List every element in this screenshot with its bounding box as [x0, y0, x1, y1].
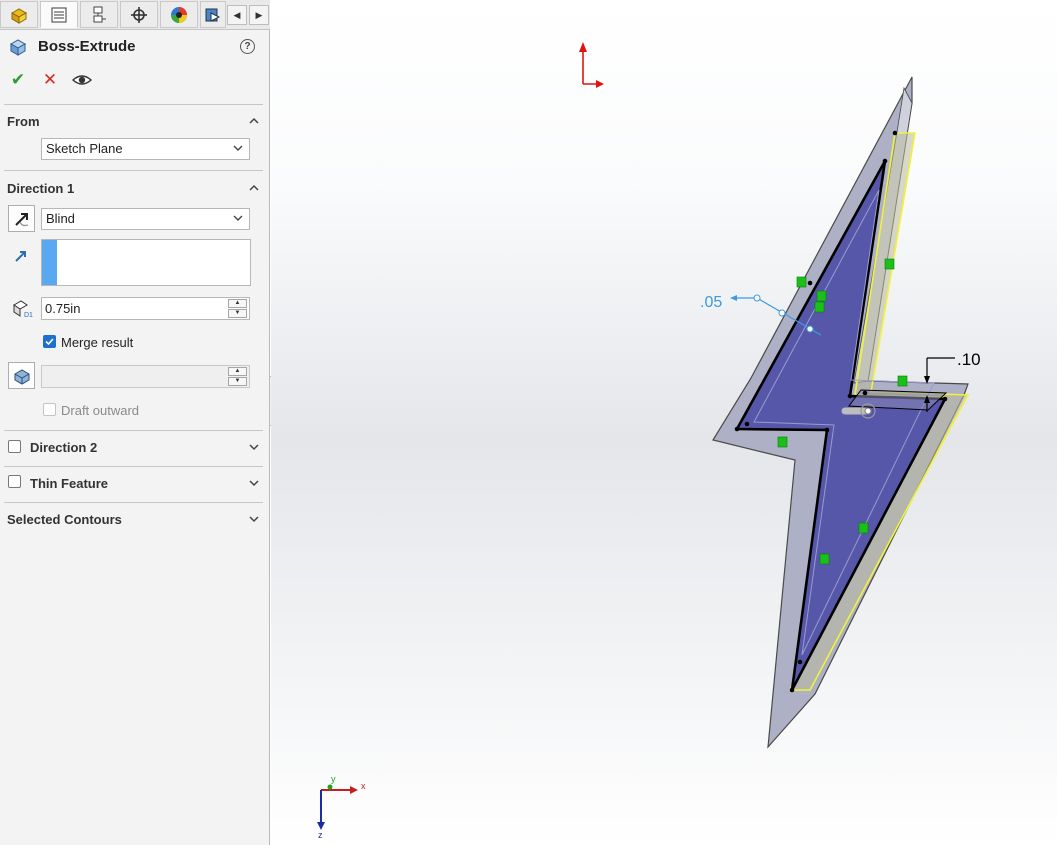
depth-icon: D1 — [13, 300, 33, 319]
direction-selection-box[interactable] — [41, 239, 251, 286]
preview-button[interactable] — [71, 70, 93, 90]
depth-input[interactable]: 0.75in ▲ ▼ — [41, 297, 250, 320]
end-condition-value: Blind — [46, 211, 75, 226]
triad-z-label: z — [318, 830, 323, 840]
tab-configuration-manager[interactable] — [80, 1, 118, 28]
reverse-direction-button[interactable] — [8, 205, 35, 232]
chevron-down-icon[interactable] — [249, 514, 259, 524]
sketch-origin-icon — [579, 42, 604, 88]
chevron-down-icon — [233, 145, 243, 151]
direction-vector-icon — [15, 251, 26, 262]
divider — [4, 502, 263, 503]
merge-result-label: Merge result — [61, 335, 134, 350]
tab-property-manager[interactable] — [40, 1, 78, 28]
cam-tree-icon — [205, 8, 221, 22]
draft-outward-checkbox — [43, 403, 56, 416]
end-condition-select[interactable]: Blind — [41, 208, 250, 230]
property-manager-panel: ◀ ▶ Boss-Extrude ? ✔ ✕ From Sketch Plane… — [0, 0, 270, 845]
reverse-direction-icon — [14, 212, 28, 226]
thin-feature-checkbox[interactable] — [8, 475, 21, 488]
chevron-down-icon — [233, 215, 243, 221]
spin-down-button: ▼ — [228, 377, 247, 386]
depth-spinner[interactable]: ▲ ▼ — [228, 299, 247, 318]
chevron-up-icon[interactable] — [249, 183, 259, 193]
model-view[interactable]: .05 .10 x y z — [271, 0, 1057, 845]
feature-title-row: Boss-Extrude ? — [8, 36, 263, 58]
chevron-down-icon[interactable] — [249, 442, 259, 452]
ok-button[interactable]: ✔ — [8, 70, 28, 90]
direction2-checkbox[interactable] — [8, 440, 21, 453]
spin-up-button: ▲ — [228, 367, 247, 376]
draft-icon — [14, 368, 29, 385]
checkmark-icon — [45, 338, 54, 346]
chevron-up-icon[interactable] — [249, 116, 259, 126]
tab-scroll-right-button[interactable]: ▶ — [249, 5, 269, 25]
divider — [4, 104, 263, 105]
from-condition-select[interactable]: Sketch Plane — [41, 138, 250, 160]
draft-angle-input: ▲ ▼ — [41, 365, 250, 388]
dimxpert-icon — [131, 6, 147, 23]
triad-y-label: y — [331, 774, 336, 784]
lightning-bolt-model[interactable] — [712, 76, 970, 749]
spin-up-button[interactable]: ▲ — [228, 299, 247, 308]
draft-angle-spinner: ▲ ▼ — [228, 367, 247, 386]
divider — [4, 466, 263, 467]
offset-dimension-value: .05 — [700, 294, 722, 311]
merge-result-checkbox[interactable] — [43, 335, 56, 348]
tab-dimxpert[interactable] — [120, 1, 158, 28]
tab-feature-manager[interactable] — [0, 1, 38, 28]
from-section-header[interactable]: From — [7, 114, 40, 129]
divider — [4, 170, 263, 171]
spin-down-button[interactable]: ▼ — [228, 309, 247, 318]
configuration-manager-icon — [93, 6, 106, 22]
thickness-dimension-value: .10 — [957, 350, 981, 369]
draft-toggle-button[interactable] — [8, 362, 35, 389]
property-manager-icon — [51, 7, 67, 22]
direction1-section-header[interactable]: Direction 1 — [7, 181, 74, 196]
help-icon[interactable]: ? — [240, 39, 255, 54]
tab-cam-tree[interactable] — [200, 1, 226, 28]
page-title: Boss-Extrude — [38, 38, 136, 55]
feature-manager-icon — [10, 7, 28, 24]
thin-feature-section-header[interactable]: Thin Feature — [30, 476, 108, 491]
from-condition-value: Sketch Plane — [46, 141, 123, 156]
eye-icon — [71, 75, 93, 85]
triad-x-label: x — [361, 781, 366, 791]
tab-display-manager[interactable] — [160, 1, 198, 28]
depth-value: 0.75in — [45, 301, 81, 316]
direction2-section-header[interactable]: Direction 2 — [30, 440, 97, 455]
reference-triad-icon: x y z — [317, 774, 366, 840]
cancel-button[interactable]: ✕ — [40, 70, 60, 90]
graphics-viewport[interactable]: .05 .10 x y z — [271, 0, 1057, 845]
selected-contours-section-header[interactable]: Selected Contours — [7, 512, 122, 527]
chevron-down-icon[interactable] — [249, 478, 259, 488]
draft-outward-label: Draft outward — [61, 403, 140, 418]
manager-tab-bar: ◀ ▶ — [0, 0, 270, 30]
selection-focus-indicator — [42, 240, 57, 285]
svg-text:D1: D1 — [24, 312, 33, 319]
display-manager-icon — [171, 6, 187, 23]
boss-extrude-icon — [9, 39, 27, 56]
divider — [4, 430, 263, 431]
tab-scroll-left-button[interactable]: ◀ — [227, 5, 247, 25]
